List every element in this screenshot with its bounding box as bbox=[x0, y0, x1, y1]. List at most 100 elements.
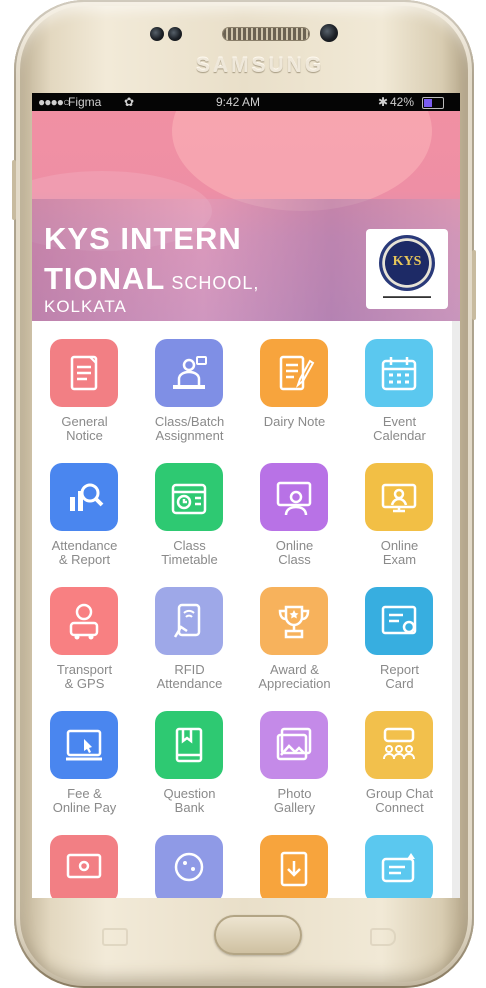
menu-label: Online Class bbox=[275, 538, 314, 567]
school-name: KYS INTERN bbox=[44, 221, 242, 256]
menu-item[interactable]: RFID Attendance bbox=[137, 587, 242, 697]
bus-icon bbox=[69, 603, 99, 640]
online-exam-icon bbox=[381, 483, 417, 513]
menu-tile[interactable] bbox=[260, 711, 328, 779]
menu-tile[interactable] bbox=[155, 711, 223, 779]
calendar-icon bbox=[381, 357, 417, 391]
menu-tile[interactable] bbox=[155, 339, 223, 407]
menu-item[interactable]: Photo Gallery bbox=[242, 711, 347, 821]
menu-tile[interactable] bbox=[260, 587, 328, 655]
trophy-icon bbox=[278, 605, 310, 639]
signal-dots: ●●●●○ bbox=[38, 95, 70, 109]
school-name-suffix: SCHOOL, bbox=[171, 273, 260, 293]
chat-icon bbox=[383, 727, 415, 760]
menu-item[interactable]: Transport & GPS bbox=[32, 587, 137, 697]
battery-icon bbox=[422, 97, 444, 109]
timetable-icon bbox=[171, 483, 207, 515]
certificate-icon bbox=[381, 605, 417, 635]
menu-item[interactable]: Event Calendar bbox=[347, 339, 452, 449]
battery-percent: 42% bbox=[390, 95, 415, 109]
menu-item[interactable] bbox=[32, 835, 137, 898]
menu-item[interactable] bbox=[242, 835, 347, 898]
menu-tile[interactable] bbox=[260, 463, 328, 531]
notice-icon bbox=[70, 355, 98, 391]
menu-item[interactable]: Report Card bbox=[347, 587, 452, 697]
side-button bbox=[12, 160, 16, 220]
menu-item[interactable]: Class/Batch Assignment bbox=[137, 339, 242, 449]
menu-tile[interactable] bbox=[50, 835, 118, 898]
front-camera-icon bbox=[320, 24, 338, 42]
report-icon bbox=[70, 483, 104, 511]
menu-tile[interactable] bbox=[365, 587, 433, 655]
school-banner: KYS INTERN TIONAL SCHOOL, KOLKATA KYS ▬▬▬… bbox=[32, 111, 460, 321]
school-name-cont: TIONAL SCHOOL, bbox=[44, 261, 259, 297]
school-city: KOLKATA bbox=[44, 297, 127, 316]
app-screen: ●●●●○ Figma ✿ 9:42 AM ✱ 42% KYS INTERN T… bbox=[32, 93, 460, 898]
wifi-icon: ✿ bbox=[124, 95, 135, 109]
menu-tile[interactable] bbox=[365, 339, 433, 407]
menu-label: Class/Batch Assignment bbox=[154, 414, 225, 443]
online-class-icon bbox=[276, 481, 312, 516]
menu-label: Online Exam bbox=[380, 538, 419, 567]
home-button[interactable] bbox=[214, 915, 302, 955]
light-sensor bbox=[168, 27, 182, 41]
menu-label: Dairy Note bbox=[263, 414, 326, 429]
menu-item[interactable] bbox=[347, 835, 452, 898]
carrier-name: Figma bbox=[68, 95, 102, 109]
menu-label: Transport & GPS bbox=[56, 662, 113, 691]
menu-tile[interactable] bbox=[365, 835, 433, 898]
bluetooth-icon: ✱ bbox=[378, 95, 389, 109]
menu-tile[interactable] bbox=[365, 463, 433, 531]
menu-label: RFID Attendance bbox=[156, 662, 223, 691]
menu-item[interactable]: Online Class bbox=[242, 463, 347, 573]
menu-label: Class Timetable bbox=[161, 538, 218, 567]
download-icon bbox=[280, 851, 308, 887]
menu-item[interactable]: Class Timetable bbox=[137, 463, 242, 573]
globe-icon bbox=[174, 852, 204, 882]
menu-item[interactable]: Fee & Online Pay bbox=[32, 711, 137, 821]
book-icon bbox=[175, 727, 203, 763]
proximity-sensor bbox=[150, 27, 164, 41]
menu-item[interactable] bbox=[137, 835, 242, 898]
recent-apps-key[interactable] bbox=[102, 928, 128, 946]
rfid-icon bbox=[173, 603, 201, 638]
monitor-icon bbox=[66, 853, 102, 879]
menu-item[interactable]: Question Bank bbox=[137, 711, 242, 821]
clock: 9:42 AM bbox=[216, 95, 261, 109]
menu-item[interactable]: Dairy Note bbox=[242, 339, 347, 449]
status-bar: ●●●●○ Figma ✿ 9:42 AM ✱ 42% bbox=[32, 93, 460, 111]
menu-label: Question Bank bbox=[163, 786, 216, 815]
menu-label: Attendance & Report bbox=[51, 538, 118, 567]
menu-label: Event Calendar bbox=[373, 414, 426, 443]
notification-icon bbox=[381, 853, 415, 883]
menu-tile[interactable] bbox=[260, 835, 328, 898]
school-logo: KYS ▬▬▬▬▬▬▬▬ bbox=[366, 229, 448, 309]
menu-tile[interactable] bbox=[50, 587, 118, 655]
menu-item[interactable]: General Notice bbox=[32, 339, 137, 449]
teacher-icon bbox=[173, 356, 207, 389]
menu-label: Photo Gallery bbox=[273, 786, 316, 815]
power-button bbox=[472, 250, 476, 320]
menu-item[interactable]: Attendance & Report bbox=[32, 463, 137, 573]
menu-tile[interactable] bbox=[50, 339, 118, 407]
school-seal-icon: KYS bbox=[379, 235, 435, 291]
menu-label: Report Card bbox=[379, 662, 420, 691]
menu-label: Award & Appreciation bbox=[258, 662, 331, 691]
menu-tile[interactable] bbox=[155, 835, 223, 898]
diary-icon bbox=[279, 355, 315, 391]
menu-label: General Notice bbox=[61, 414, 108, 443]
menu-label: Fee & Online Pay bbox=[52, 786, 117, 815]
back-key[interactable] bbox=[370, 928, 396, 946]
menu-tile[interactable] bbox=[155, 463, 223, 531]
menu-tile[interactable] bbox=[50, 711, 118, 779]
menu-label: Group Chat Connect bbox=[365, 786, 434, 815]
menu-tile[interactable] bbox=[260, 339, 328, 407]
scroll-edge bbox=[452, 321, 460, 898]
menu-item[interactable]: Online Exam bbox=[347, 463, 452, 573]
menu-tile[interactable] bbox=[365, 711, 433, 779]
menu-item[interactable]: Award & Appreciation bbox=[242, 587, 347, 697]
menu-tile[interactable] bbox=[155, 587, 223, 655]
menu-item[interactable]: Group Chat Connect bbox=[347, 711, 452, 821]
payment-icon bbox=[66, 729, 102, 761]
menu-tile[interactable] bbox=[50, 463, 118, 531]
